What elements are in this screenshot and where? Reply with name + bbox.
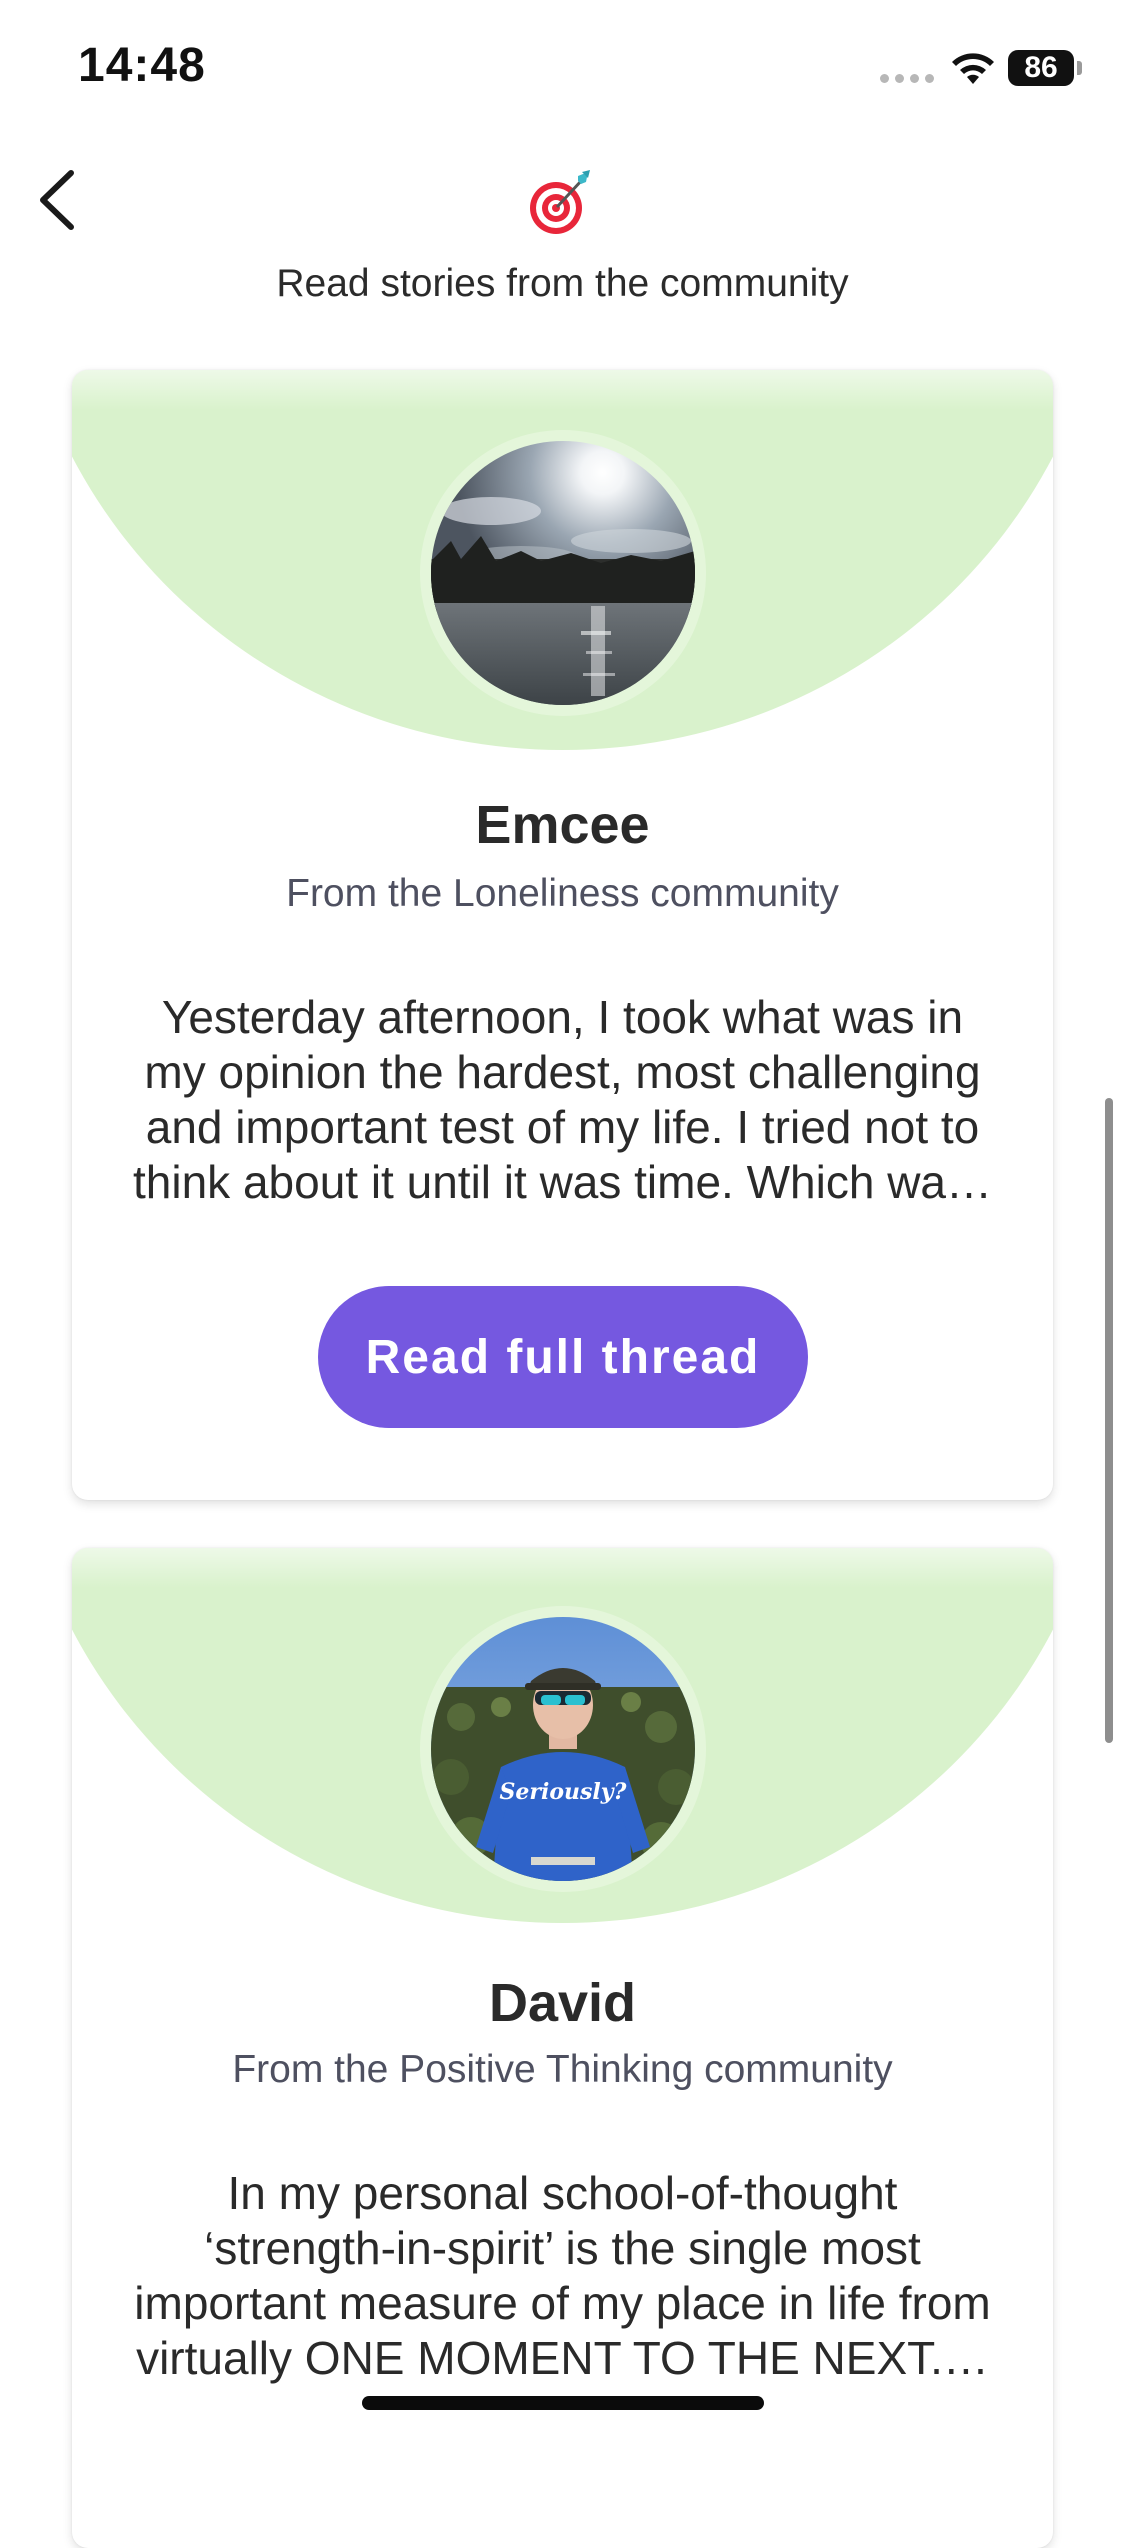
status-bar: 14:48 86 [0,0,1125,140]
avatar: Seriously? [431,1617,695,1881]
scrollbar[interactable] [1105,1098,1113,1743]
battery-icon: 86 [1008,50,1074,86]
story-card: Emcee From the Loneliness community Yest… [72,370,1053,1500]
status-time: 14:48 [78,39,206,92]
back-button[interactable] [22,160,92,240]
story-community: From the Positive Thinking community [232,2048,893,2091]
read-full-thread-button[interactable]: Read full thread [318,1286,808,1428]
excerpt-line: virtually ONE MOMENT TO THE NEXT.… [136,2332,989,2384]
page-subtitle: Read stories from the community [276,262,849,305]
story-community: From the Loneliness community [286,872,839,915]
target-dart-icon [530,170,590,234]
chevron-left-icon [40,170,74,230]
avatar [431,441,695,705]
excerpt-line: In my personal school-of-thought [227,2167,898,2219]
wifi-icon [952,53,994,84]
lake-landscape-photo [431,441,695,705]
story-author-name: David [488,1973,637,2033]
excerpt-line: ‘strength-in-spirit’ is the single most [204,2222,921,2274]
avatar-ring [420,430,706,716]
excerpt-line: and important test of my life. I tried n… [145,1101,980,1153]
excerpt-line: my opinion the hardest, most challenging [144,1046,981,1098]
story-excerpt: Yesterday afternoon, I took what was in … [108,990,1017,1210]
excerpt-line: think about it until it was time. Which … [133,1156,992,1208]
story-excerpt: In my personal school-of-thought ‘streng… [108,2166,1017,2386]
avatar-ring: Seriously? [420,1606,706,1892]
excerpt-line: Yesterday afternoon, I took what was in [161,991,964,1043]
story-author-name: Emcee [475,795,650,855]
battery-cap [1077,61,1082,75]
battery-level: 86 [1024,51,1058,84]
home-indicator[interactable] [362,2396,764,2410]
excerpt-line: important measure of my place in life fr… [134,2277,991,2329]
man-in-field-photo: Seriously? [431,1617,695,1881]
signal-dots-icon [880,74,934,83]
avatar-shirt-text: Seriously? [500,1779,628,1805]
